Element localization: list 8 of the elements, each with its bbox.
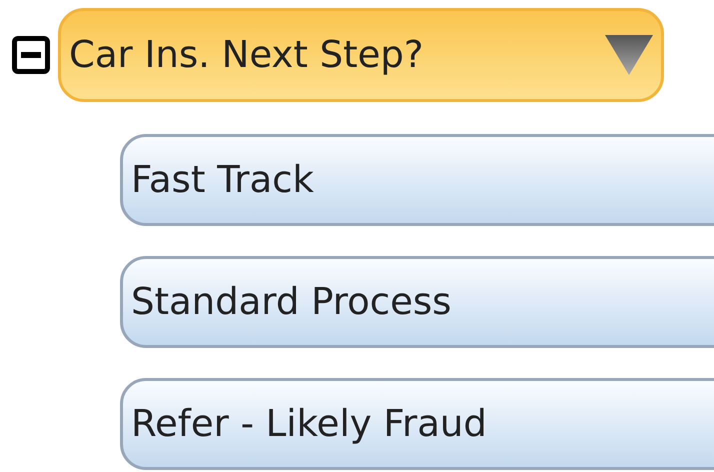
minus-icon: [21, 52, 41, 58]
option-node[interactable]: Fast Track: [120, 134, 714, 226]
option-node[interactable]: Refer - Likely Fraud: [120, 378, 714, 470]
decision-node[interactable]: Car Ins. Next Step?: [58, 8, 664, 102]
option-node[interactable]: Standard Process: [120, 256, 714, 348]
collapse-toggle[interactable]: [12, 36, 50, 74]
node-label: Car Ins. Next Step?: [69, 32, 424, 78]
dropdown-triangle-icon[interactable]: [605, 35, 653, 75]
